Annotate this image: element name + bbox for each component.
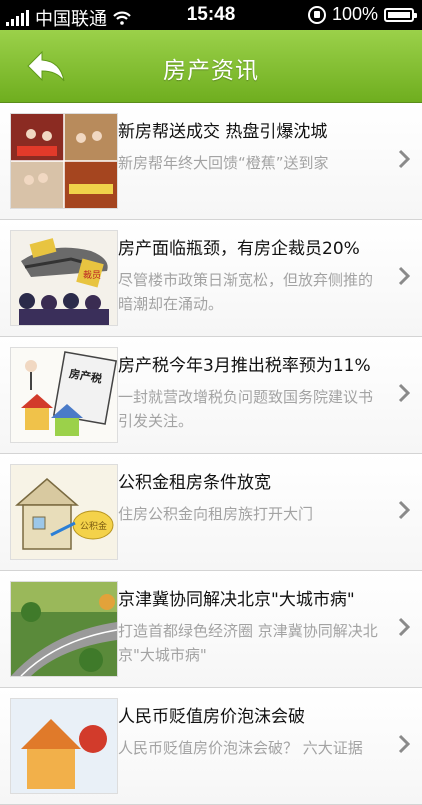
nav-bar: 房产资讯 [0,30,422,103]
thumb-fund-label: 公积金 [80,520,107,532]
news-summary: 尽管楼市政策日渐宽松，但放弃侧推的暗潮却在涌动。 [118,271,374,313]
news-summary: 人民币贬值房价泡沫会破？ 六大证据 [118,739,363,757]
news-item[interactable]: 京津冀协同解决北京"大城市病" 打造首都绿色经济圈 京津冀协同解决北京"大城市病… [0,571,422,688]
news-thumbnail: 裁员 [10,230,118,326]
news-item[interactable]: 房产税 房产税今年3月推出税率预为11% 一封就营改增税负问题致国务院建议书引发… [0,337,422,454]
battery-percent: 100% [331,4,378,24]
chevron-right-icon [398,617,410,637]
chevron-right-icon [398,500,410,520]
news-title: 新房帮送成交 热盘引爆沈城 [118,122,328,142]
news-title: 房产面临瓶颈，有房企裁员20% [118,239,360,259]
news-thumbnail: 公积金 [10,464,118,560]
chevron-right-icon [398,383,410,403]
news-item[interactable]: 人民币贬值房价泡沫会破 人民币贬值房价泡沫会破？ 六大证据 [0,688,422,805]
news-item[interactable]: 裁员 房产面临瓶颈，有房企裁员20% 尽管楼市政策日渐宽松，但放弃侧推的暗潮却在… [0,220,422,337]
news-thumbnail: 房产税 [10,347,118,443]
news-thumbnail [10,698,118,794]
news-summary: 打造首都绿色经济圈 京津冀协同解决北京"大城市病" [118,622,378,664]
news-thumbnail [10,113,118,209]
chevron-right-icon [398,734,410,754]
news-item[interactable]: 新房帮送成交 热盘引爆沈城 新房帮年终大回馈“橙蕉”送到家 [0,103,422,220]
news-title: 人民币贬值房价泡沫会破 [118,707,305,727]
news-title: 公积金租房条件放宽 [118,473,271,493]
rotation-lock-icon [307,5,326,24]
page-title: 房产资讯 [163,58,259,84]
news-summary: 一封就营改增税负问题致国务院建议书引发关注。 [118,388,374,430]
news-summary: 住房公积金向租房族打开大门 [118,505,314,523]
chevron-right-icon [398,266,410,286]
news-item[interactable]: 公积金 公积金租房条件放宽 住房公积金向租房族打开大门 [0,454,422,571]
news-title: 京津冀协同解决北京"大城市病" [118,590,355,610]
chevron-right-icon [398,149,410,169]
news-summary: 新房帮年终大回馈“橙蕉”送到家 [118,154,329,172]
status-right: 100% [307,4,417,25]
news-thumbnail [10,581,118,677]
battery-icon [384,7,417,22]
news-title: 房产税今年3月推出税率预为11% [118,356,371,376]
thumb-layoff-label: 裁员 [83,269,101,281]
status-bar: 中国联通 15:48 100% [0,0,422,30]
news-list: 新房帮送成交 热盘引爆沈城 新房帮年终大回馈“橙蕉”送到家 裁员 房产面临瓶颈，… [0,103,422,805]
